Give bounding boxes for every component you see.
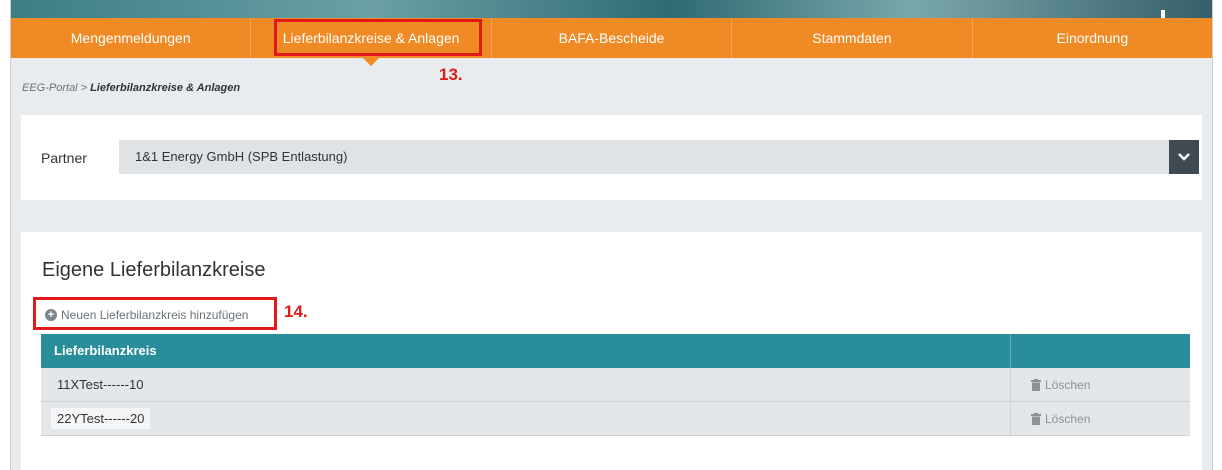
nav-item-mengenmeldungen[interactable]: Mengenmeldungen	[11, 18, 252, 58]
page-frame: Mengenmeldungen Lieferbilanzkreise & Anl…	[10, 0, 1213, 470]
delete-button[interactable]: Löschen	[1011, 402, 1190, 435]
delete-label: Löschen	[1045, 411, 1091, 426]
table-row: 22YTest------20 Löschen	[41, 402, 1190, 436]
annotation-box-14	[33, 297, 277, 330]
column-header-lieferbilanzkreis: Lieferbilanzkreis	[41, 334, 1011, 368]
top-banner	[11, 0, 1212, 18]
breadcrumb-current: Lieferbilanzkreise & Anlagen	[90, 82, 241, 94]
partner-label: Partner	[41, 150, 87, 166]
table-cell-name: 11XTest------10	[41, 368, 1011, 401]
nav-item-bafa-bescheide[interactable]: BAFA-Bescheide	[492, 18, 733, 58]
row-name: 22YTest------20	[51, 408, 151, 429]
main-nav: Mengenmeldungen Lieferbilanzkreise & Anl…	[11, 18, 1212, 66]
nav-item-einordnung[interactable]: Einordnung	[973, 18, 1212, 58]
delete-button[interactable]: Löschen	[1011, 368, 1190, 401]
column-header-actions	[1011, 334, 1190, 368]
trash-icon	[1031, 412, 1041, 425]
banner-mark	[1161, 10, 1165, 18]
breadcrumb: EEG-Portal > Lieferbilanzkreise & Anlagen	[22, 82, 240, 94]
trash-icon	[1031, 378, 1041, 391]
nav-item-stammdaten[interactable]: Stammdaten	[732, 18, 973, 58]
table-cell-name: 22YTest------20	[41, 402, 1011, 435]
chevron-down-icon	[1178, 153, 1190, 161]
table-header: Lieferbilanzkreis	[41, 334, 1190, 368]
breadcrumb-root[interactable]: EEG-Portal	[22, 82, 78, 94]
delete-label: Löschen	[1045, 377, 1091, 392]
table-row: 11XTest------10 Löschen	[41, 368, 1190, 402]
lieferbilanzkreis-table: Lieferbilanzkreis 11XTest------10 Lösche…	[41, 334, 1190, 436]
annotation-label-13: 13.	[439, 65, 463, 84]
annotation-box-13	[274, 19, 482, 56]
annotation-label-14: 14.	[284, 302, 308, 321]
partner-select[interactable]: 1&1 Energy GmbH (SPB Entlastung)	[119, 140, 1169, 174]
row-name: 11XTest------10	[57, 377, 144, 392]
section-title: Eigene Lieferbilanzkreise	[42, 259, 266, 281]
breadcrumb-separator: >	[80, 82, 88, 94]
partner-dropdown-button[interactable]	[1169, 140, 1199, 174]
